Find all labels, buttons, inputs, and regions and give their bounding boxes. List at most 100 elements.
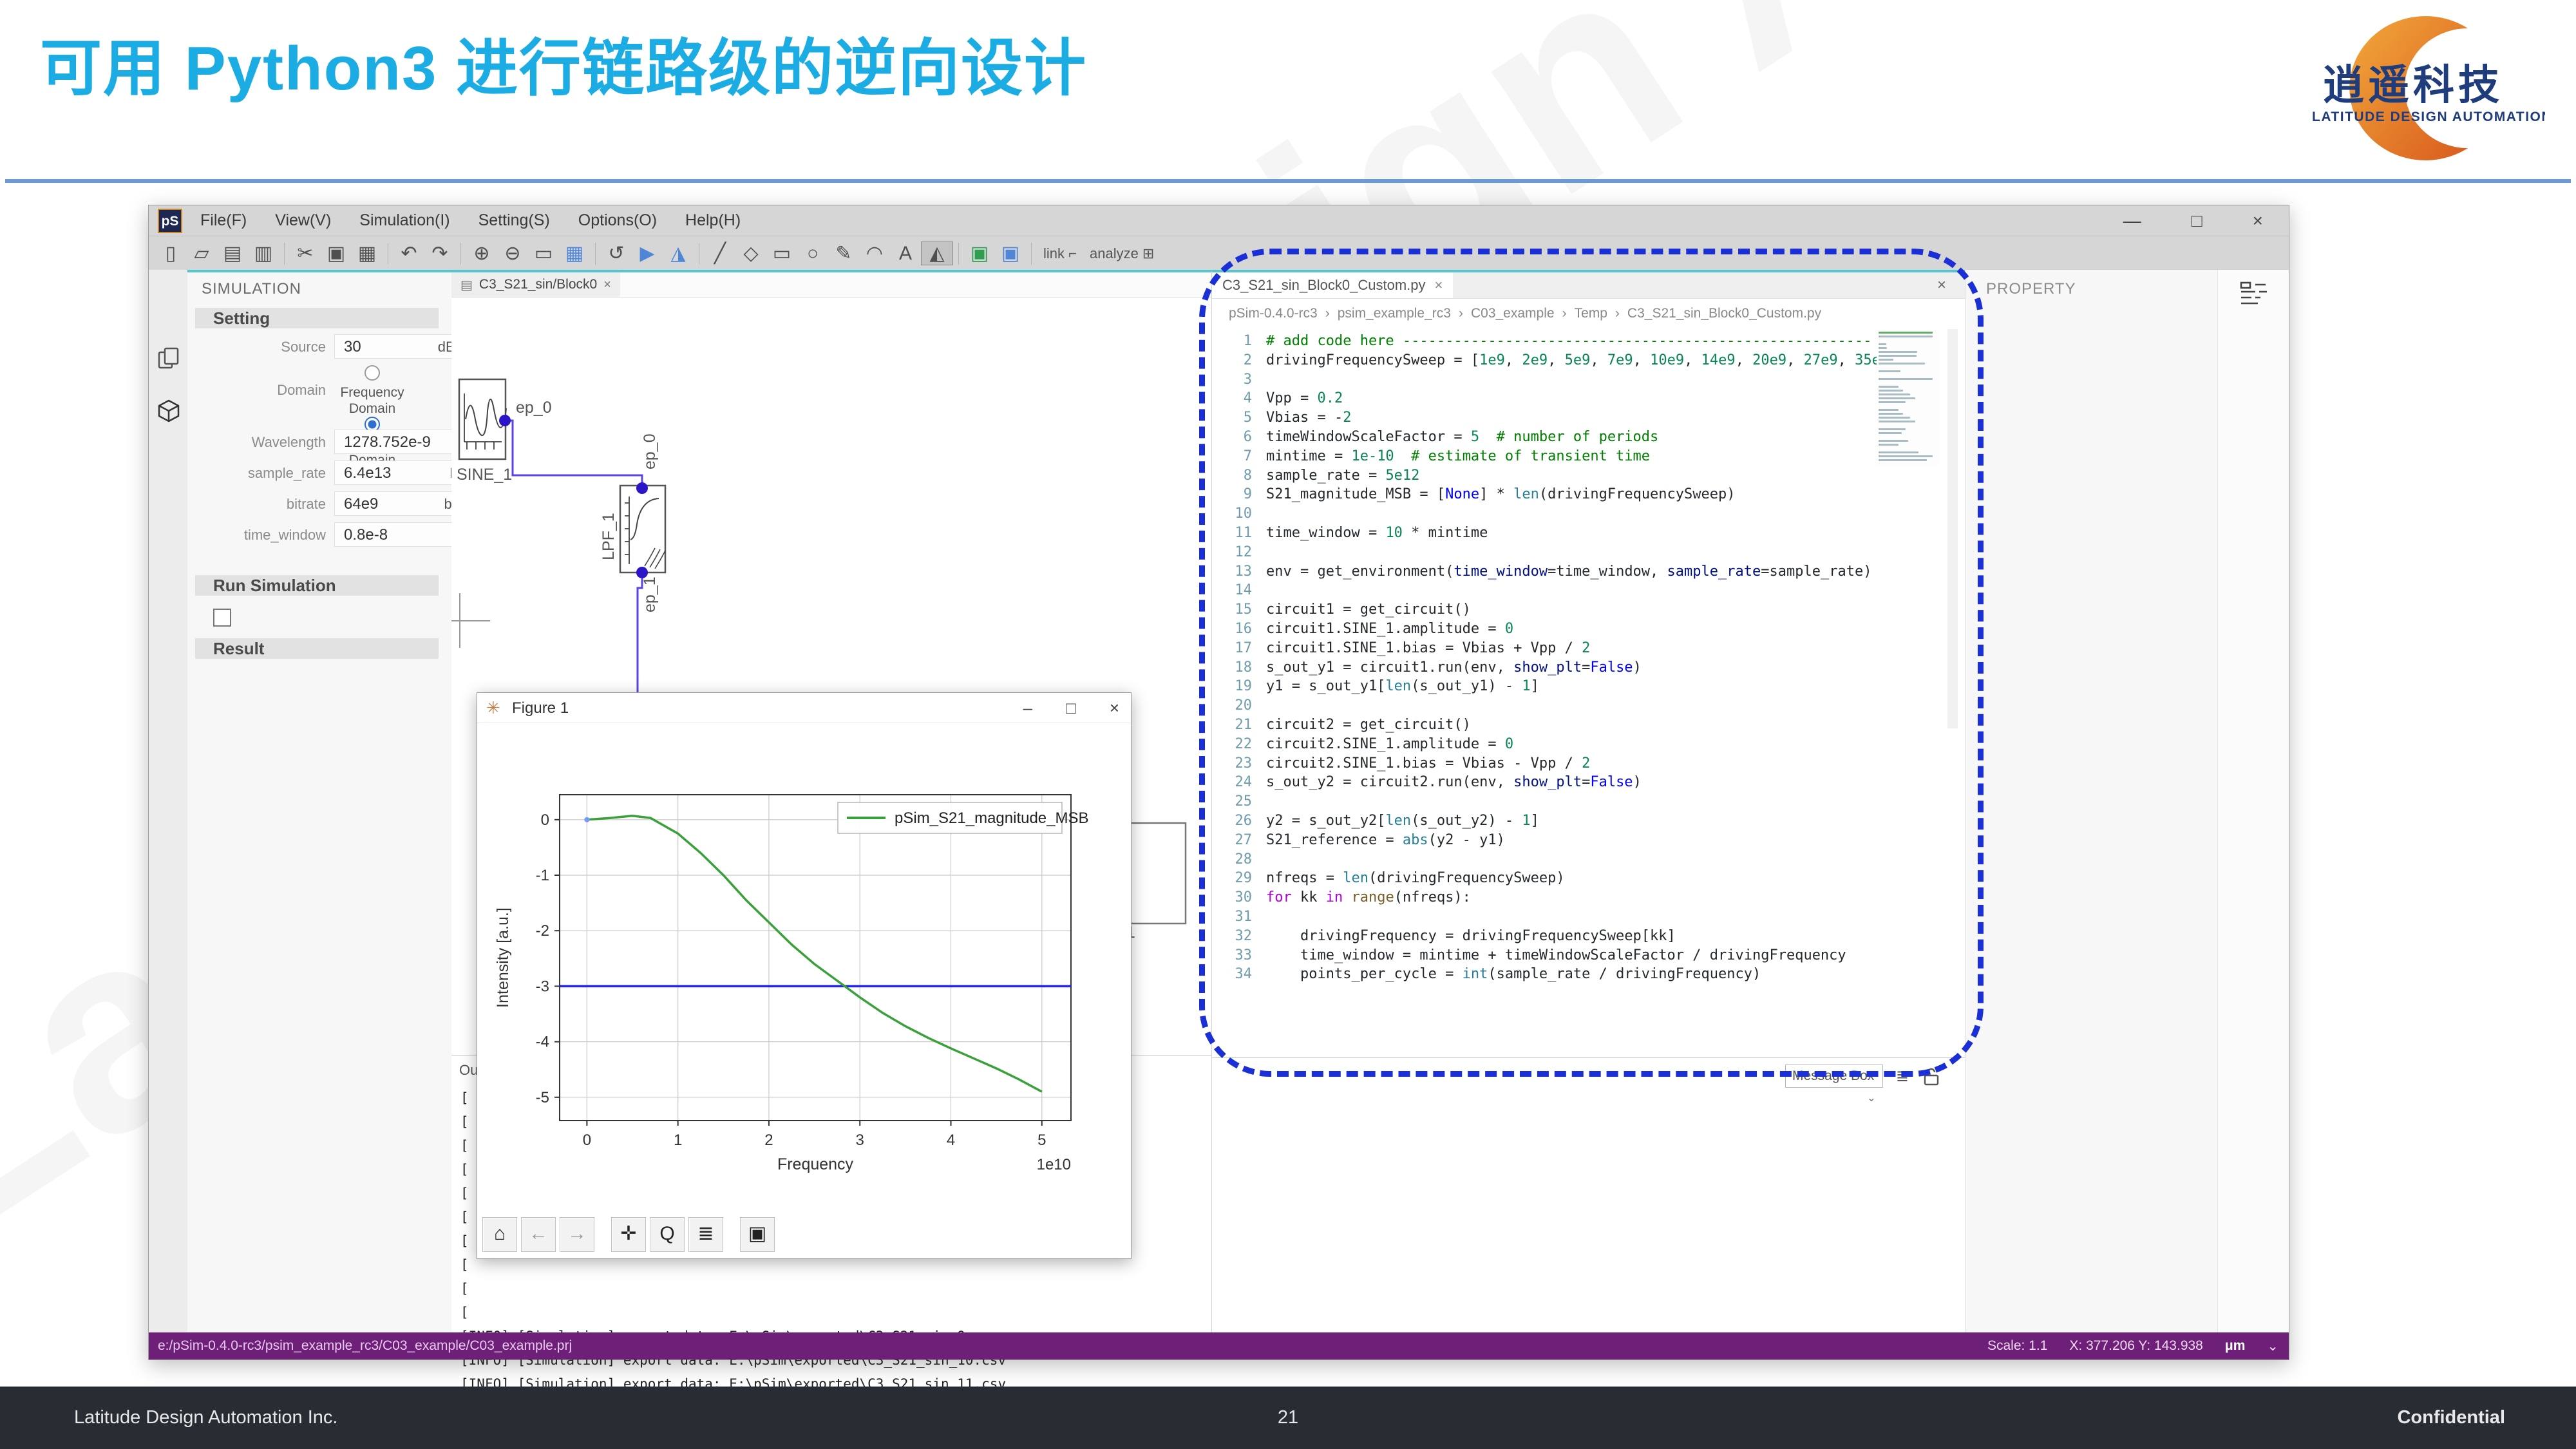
line-number: 27	[1212, 831, 1252, 850]
draw-polygon-icon[interactable]: ◇	[735, 242, 766, 265]
breadcrumb-item[interactable]: psim_example_rc3	[1338, 306, 1451, 321]
code-token: for	[1266, 889, 1292, 905]
draw-text-icon[interactable]: A	[890, 243, 921, 265]
code-token: (y2 - y1)	[1428, 832, 1505, 848]
cut-icon[interactable]: ✂	[290, 242, 321, 265]
menu-options[interactable]: Options(O)	[578, 211, 657, 230]
link-tool-label[interactable]: link ⌐	[1043, 245, 1077, 262]
editor-panel-close-icon[interactable]: ×	[1937, 276, 1946, 294]
property-list-icon[interactable]	[2240, 281, 2268, 307]
status-unit[interactable]: μm	[2225, 1338, 2246, 1354]
line-number: 26	[1212, 811, 1252, 831]
mpl-zoom-icon[interactable]: Q	[650, 1217, 685, 1252]
copy-icon[interactable]: ▣	[321, 242, 352, 265]
code-token: kk	[1292, 889, 1326, 905]
rotate-icon[interactable]: ↺	[601, 242, 632, 265]
message-box-label: Message Box	[1792, 1068, 1874, 1083]
port-sine-ep0	[499, 415, 511, 426]
code-text: # add code here ------------------------…	[1266, 332, 1871, 351]
code-line: 19y1 = s_out_y1[len(s_out_y1) - 1]	[1212, 677, 1940, 696]
menu-file[interactable]: File(F)	[200, 211, 247, 230]
flip-icon[interactable]: ◮	[663, 242, 694, 265]
code-token: in	[1326, 889, 1343, 905]
zoom-out-icon[interactable]: ⊖	[497, 242, 528, 265]
code-token: 2e9	[1522, 352, 1548, 368]
run-option-checkbox[interactable]	[213, 609, 231, 627]
tab-schematic[interactable]: ▤ C3_S21_sin/Block0 ×	[451, 272, 620, 297]
status-project-path: e:/pSim-0.4.0-rc3/psim_example_rc3/C03_e…	[158, 1338, 572, 1354]
figure-close-button[interactable]: ×	[1110, 698, 1119, 718]
field-label: time_window	[187, 527, 326, 544]
code-line: 24s_out_y2 = circuit2.run(env, show_plt=…	[1212, 773, 1940, 792]
new-file-icon[interactable]: ▯	[155, 242, 186, 265]
redo-icon[interactable]: ↷	[424, 242, 455, 265]
code-line: 31	[1212, 907, 1940, 927]
zoom-in-icon[interactable]: ⊕	[466, 242, 497, 265]
pages-icon[interactable]	[156, 346, 181, 370]
menu-help[interactable]: Help(H)	[685, 211, 741, 230]
close-button[interactable]: ×	[2253, 211, 2263, 231]
breadcrumb-item[interactable]: Temp	[1575, 306, 1607, 321]
draw-rect-icon[interactable]: ▭	[766, 242, 797, 265]
frame-green-icon[interactable]: ▣	[964, 242, 995, 265]
code-token: 10e9	[1650, 352, 1684, 368]
maximize-button[interactable]: □	[2192, 211, 2202, 231]
breadcrumb-item[interactable]: C3_S21_sin_Block0_Custom.py	[1627, 306, 1821, 321]
paste-icon[interactable]: ▦	[352, 242, 383, 265]
menu-view[interactable]: View(V)	[275, 211, 331, 230]
section-result[interactable]: Result	[195, 638, 439, 659]
select-cursor-icon[interactable]: ◭	[921, 242, 953, 265]
undo-icon[interactable]: ↶	[393, 242, 424, 265]
breadcrumb-item[interactable]: C03_example	[1471, 306, 1555, 321]
line-number: 33	[1212, 946, 1252, 965]
code-text: drivingFrequencySweep = [1e9, 2e9, 5e9, …	[1266, 351, 1940, 370]
tab-close-icon[interactable]: ×	[603, 278, 611, 292]
menu-simulation[interactable]: Simulation(I)	[359, 211, 450, 230]
radio-icon[interactable]	[365, 365, 380, 381]
mpl-back-icon[interactable]: ←	[521, 1217, 556, 1252]
clear-log-icon[interactable]: ≣	[1896, 1067, 1909, 1086]
minimize-button[interactable]: —	[2123, 211, 2141, 231]
radio-option[interactable]: Frequency Domain	[334, 365, 410, 417]
section-run-simulation[interactable]: Run Simulation	[195, 575, 439, 596]
mpl-pan-icon[interactable]: ✛	[611, 1217, 646, 1252]
code-token: S21_reference =	[1266, 832, 1403, 848]
editor-minimap[interactable]	[1877, 329, 1940, 466]
section-setting[interactable]: Setting	[195, 308, 439, 328]
code-token: ] *	[1479, 486, 1513, 502]
editor-scrollbar[interactable]	[1947, 329, 1958, 728]
figure-minimize-button[interactable]: –	[1023, 698, 1032, 718]
mpl-configure-icon[interactable]: ≣	[688, 1217, 723, 1252]
code-listing[interactable]: 1# add code here -----------------------…	[1212, 332, 1940, 984]
figure-title-bar[interactable]: ✳ Figure 1 –□×	[477, 693, 1131, 723]
analyze-tool-label[interactable]: analyze ⊞	[1090, 245, 1154, 262]
frame-blue-icon[interactable]: ▣	[995, 242, 1026, 265]
code-token: # estimate of transient time	[1394, 448, 1650, 464]
tab-python-close-icon[interactable]: ×	[1435, 277, 1443, 294]
draw-pin-icon[interactable]: ✎	[828, 242, 859, 265]
code-line: 29nfreqs = len(drivingFrequencySweep)	[1212, 869, 1940, 888]
mpl-home-icon[interactable]: ⌂	[482, 1217, 517, 1252]
mpl-forward-icon[interactable]: →	[560, 1217, 594, 1252]
figure-maximize-button[interactable]: □	[1066, 698, 1076, 718]
breadcrumb-item[interactable]: pSim-0.4.0-rc3	[1229, 306, 1318, 321]
save-icon[interactable]: ▤	[217, 242, 248, 265]
open-file-icon[interactable]: ▱	[186, 242, 217, 265]
tab-python-file[interactable]: C3_S21_sin_Block0_Custom.py ×	[1212, 272, 1453, 298]
message-box-dropdown[interactable]: Message Box ⌄	[1785, 1065, 1883, 1088]
mpl-save-icon[interactable]: ▣	[740, 1217, 775, 1252]
run-icon[interactable]: ▶	[632, 242, 663, 265]
code-token: 14e9	[1701, 352, 1736, 368]
zoom-region-icon[interactable]: ▭	[528, 242, 559, 265]
draw-arc-icon[interactable]: ◠	[859, 242, 890, 265]
lock-icon[interactable]	[1923, 1067, 1940, 1086]
draw-line-icon[interactable]: ╱	[705, 242, 735, 265]
component-cube-icon[interactable]	[156, 399, 181, 423]
fit-view-icon[interactable]: ▦	[559, 242, 590, 265]
line-number: 2	[1212, 351, 1252, 370]
code-text: y1 = s_out_y1[len(s_out_y1) - 1]	[1266, 677, 1539, 696]
draw-ellipse-icon[interactable]: ○	[797, 243, 828, 265]
menu-setting[interactable]: Setting(S)	[478, 211, 550, 230]
print-icon[interactable]: ▥	[248, 242, 279, 265]
status-unit-chevron-icon[interactable]: ⌄	[2267, 1338, 2278, 1354]
